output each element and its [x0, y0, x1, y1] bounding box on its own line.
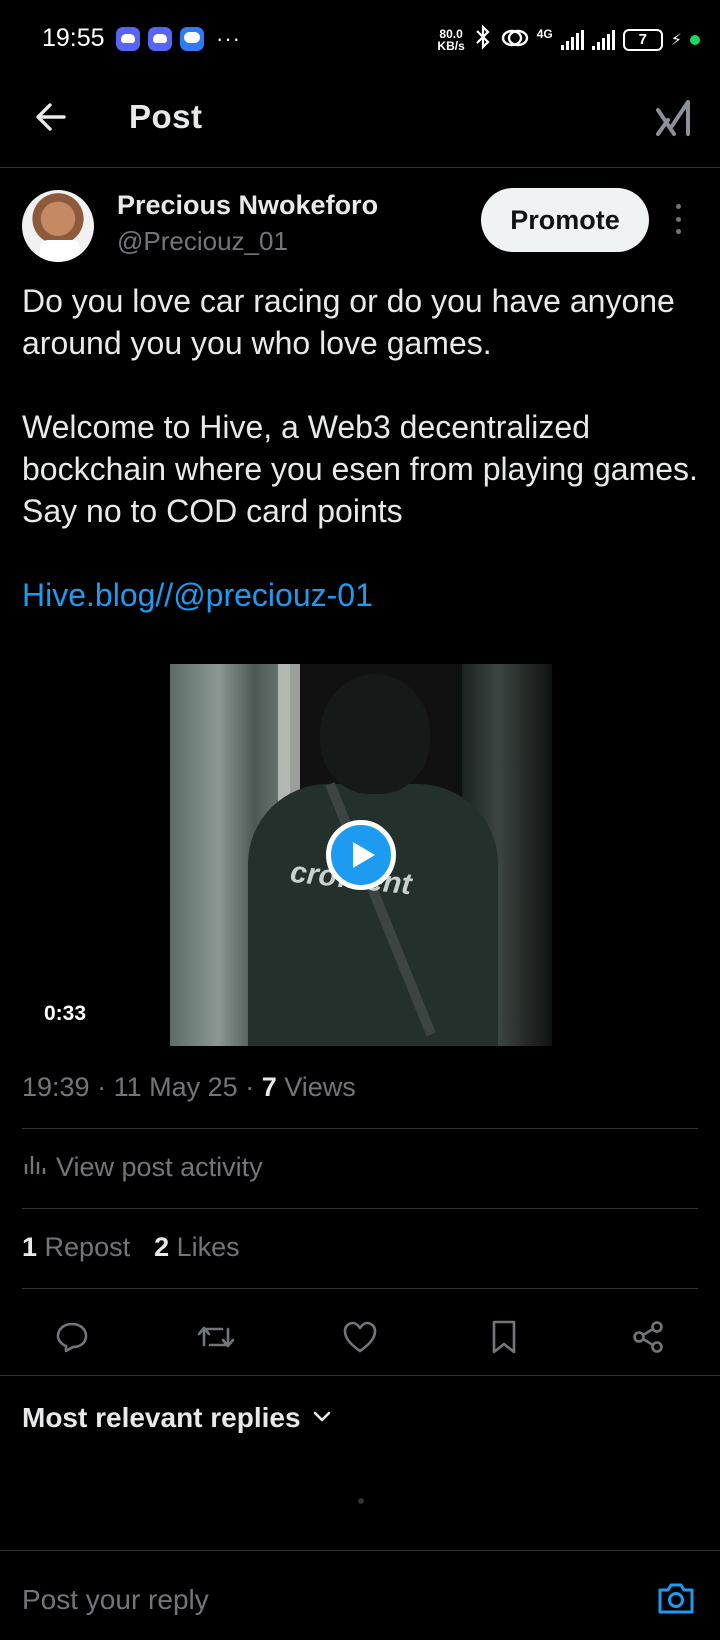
camera-icon[interactable] [656, 1578, 696, 1618]
back-arrow-icon[interactable] [30, 96, 72, 138]
post-link[interactable]: Hive.blog//@preciouz-01 [22, 574, 702, 616]
bookmark-icon[interactable] [477, 1310, 531, 1364]
reply-icon[interactable] [45, 1310, 99, 1364]
bluetooth-icon [473, 24, 493, 56]
repost-icon[interactable] [189, 1310, 243, 1364]
more-notifications-icon: ··· [216, 26, 241, 51]
replies-sort-dropdown[interactable]: Most relevant replies [22, 1402, 333, 1434]
status-bar: 19:55 ··· 80.0 KB/s 4G 7 ⚡ [0, 0, 720, 78]
network-speed: 80.0 KB/s [437, 28, 464, 52]
share-icon[interactable] [621, 1310, 675, 1364]
video-duration: 0:33 [44, 1002, 87, 1025]
video-thumbnail[interactable]: cro…ent [170, 664, 552, 1046]
discord-icon [116, 27, 140, 51]
divider [22, 1208, 698, 1209]
app-header: Post [0, 78, 720, 168]
post-actions-bar [0, 1310, 720, 1364]
page-title: Post [129, 98, 203, 135]
status-time: 19:55 [42, 24, 105, 52]
replies-sort-label: Most relevant replies [22, 1402, 301, 1433]
signal-strength-icon [560, 30, 584, 50]
chevron-down-icon [311, 1402, 333, 1434]
privacy-indicator-dot [690, 35, 700, 45]
loading-indicator [358, 1498, 364, 1504]
battery-icon: 7 [622, 29, 663, 51]
notification-icons: ··· [116, 26, 241, 52]
author-handle[interactable]: @Preciouz_01 [117, 226, 288, 257]
post-paragraph: Do you love car racing or do you have an… [22, 283, 675, 361]
play-icon[interactable] [326, 820, 396, 890]
reposts-label: Repost [44, 1232, 131, 1262]
post-text: Do you love car racing or do you have an… [22, 280, 702, 616]
divider [22, 1128, 698, 1129]
divider [22, 1288, 698, 1289]
hotspot-link-icon [501, 26, 529, 55]
view-post-activity-label: View post activity [56, 1152, 263, 1182]
author-name[interactable]: Precious Nwokeforo [117, 190, 378, 221]
post-date: 11 May 25 [113, 1072, 238, 1102]
network-type: 4G [536, 27, 553, 41]
like-heart-icon[interactable] [333, 1310, 387, 1364]
reposts-count: 1 [22, 1232, 38, 1262]
promote-button[interactable]: Promote [481, 188, 649, 252]
divider [0, 1375, 720, 1376]
likes-label: Likes [176, 1232, 240, 1262]
reply-input[interactable] [22, 1584, 622, 1616]
post-paragraph: Welcome to Hive, a Web3 decentralized bo… [22, 409, 698, 529]
reposts-stat[interactable]: 1 Repost [22, 1232, 130, 1263]
discord-icon [148, 27, 172, 51]
view-post-activity[interactable]: View post activity [22, 1152, 263, 1183]
post-meta: 19:39 · 11 May 25 · 7 Views [22, 1072, 356, 1102]
divider [0, 1550, 720, 1551]
avatar[interactable] [22, 190, 94, 262]
views-label: Views [284, 1072, 356, 1102]
grok-icon[interactable] [654, 98, 694, 140]
likes-count: 2 [154, 1232, 170, 1262]
post-author-row: Precious Nwokeforo @Preciouz_01 Promote [22, 188, 702, 264]
charging-icon: ⚡ [670, 32, 682, 49]
network-speed-unit: KB/s [437, 39, 465, 53]
system-icons: 80.0 KB/s 4G 7 ⚡ [437, 24, 700, 56]
views-count: 7 [261, 1072, 277, 1102]
engagement-stats: 1 Repost 2 Likes [22, 1232, 240, 1263]
more-options-icon[interactable] [672, 204, 684, 234]
likes-stat[interactable]: 2 Likes [154, 1232, 240, 1263]
post-time: 19:39 [22, 1072, 90, 1102]
analytics-icon [22, 1152, 46, 1183]
messages-icon [180, 27, 204, 51]
signal-strength-icon [591, 30, 615, 50]
